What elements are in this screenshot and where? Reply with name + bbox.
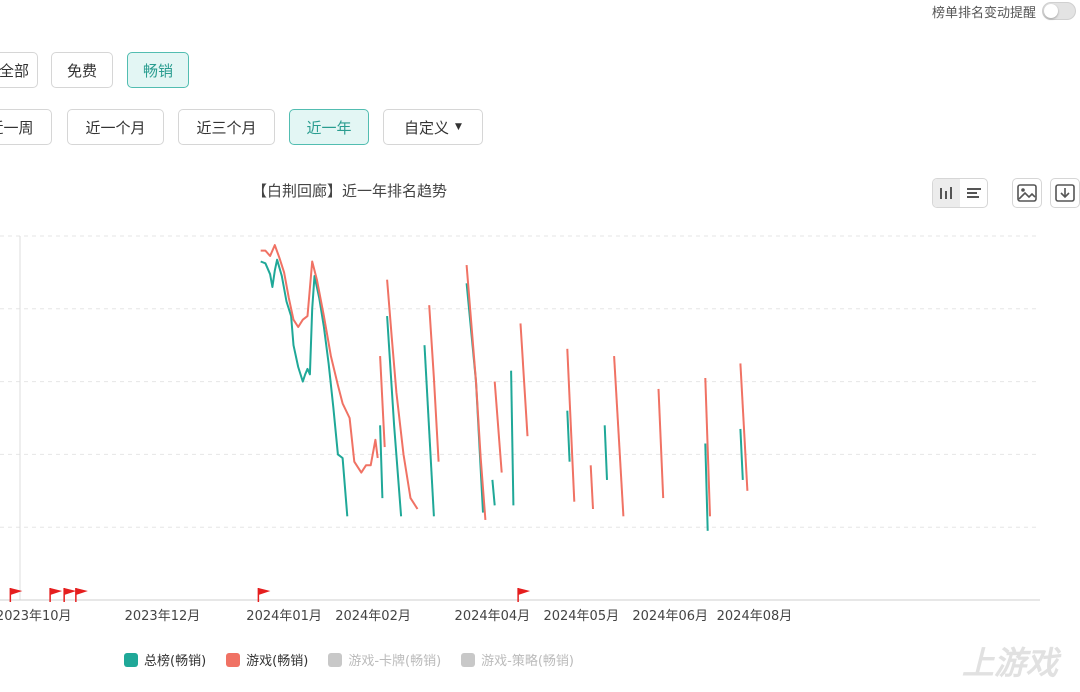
type-button-free[interactable]: 免费 — [51, 52, 113, 88]
series-1-segment-10 — [657, 388, 665, 499]
rank-trend-chart: 2023年10月 2023年12月 2024年01月 2024年02月 2024年04月… — [0, 235, 1040, 624]
watermark: 上游戏 — [961, 644, 1058, 682]
series-1-segment-9 — [613, 356, 625, 517]
legend-item-total[interactable]: 总榜(畅销) — [124, 650, 206, 669]
range-button-custom-label: 自定义 — [404, 118, 450, 137]
legend-label-card: 游戏-卡牌(畅销) — [348, 654, 442, 669]
x-tick-label-3: 2024年02月 — [335, 609, 411, 624]
event-flag-1 — [50, 588, 63, 595]
toggle-knob — [1044, 4, 1058, 18]
rank-alert-toggle[interactable] — [1042, 2, 1076, 20]
event-flag-3 — [75, 588, 88, 595]
legend-swatch-strategy — [461, 652, 476, 667]
legend-item-strategy[interactable]: 游戏-策略(畅销) — [461, 650, 574, 669]
x-tick-label-4: 2024年04月 — [455, 609, 531, 624]
event-flag-5 — [518, 588, 531, 595]
view-toggle — [932, 178, 988, 208]
event-flag-0 — [10, 588, 23, 595]
range-button-three-months-label: 近三个月 — [196, 118, 257, 137]
series-0-segment-1 — [379, 425, 384, 499]
type-button-free-label: 免费 — [66, 61, 97, 80]
image-icon[interactable] — [1012, 178, 1042, 208]
legend-label-strategy: 游戏-策略(畅销) — [481, 654, 574, 669]
legend-swatch-card — [328, 652, 343, 667]
event-flag-2 — [64, 588, 77, 595]
chart-legend: 总榜(畅销) 游戏(畅销) 游戏-卡牌(畅销) 游戏-策略(畅销) — [124, 650, 574, 669]
range-button-month[interactable]: 近一个月 — [67, 109, 164, 145]
range-button-year[interactable]: 近一年 — [289, 109, 369, 145]
series-0-segment-4 — [465, 283, 484, 513]
series-1-segment-8 — [589, 465, 594, 510]
range-button-custom[interactable]: 自定义 ▼ — [383, 109, 483, 145]
range-button-week-label: 近一周 — [0, 118, 34, 137]
x-tick-label-6: 2024年06月 — [632, 609, 708, 624]
type-button-all[interactable]: 全部 — [0, 52, 38, 88]
x-tick-label-7: 2024年08月 — [717, 609, 793, 624]
series-0-segment-8 — [603, 425, 608, 480]
event-flag-4 — [258, 588, 271, 595]
range-button-year-label: 近一年 — [306, 118, 352, 137]
type-button-bestseller-label: 畅销 — [142, 61, 173, 80]
list-icon[interactable] — [960, 179, 987, 207]
bar-chart-icon[interactable] — [933, 179, 960, 207]
download-icon[interactable] — [1050, 178, 1080, 208]
series-1-segment-6 — [519, 323, 529, 437]
legend-item-game[interactable]: 游戏(畅销) — [226, 650, 308, 669]
chart-title: 【白荆回廊】近一年排名趋势 — [252, 182, 448, 200]
type-button-bestseller[interactable]: 畅销 — [127, 52, 189, 88]
rank-alert-bar: 榜单排名变动提醒 — [932, 0, 1080, 22]
caret-down-icon: ▼ — [455, 122, 462, 132]
series-0-segment-10 — [739, 428, 744, 480]
series-0-segment-0 — [260, 258, 349, 517]
x-tick-label-1: 2023年12月 — [125, 609, 201, 624]
x-tick-label-0: 2023年10月 — [0, 609, 72, 624]
legend-item-card[interactable]: 游戏-卡牌(畅销) — [328, 650, 441, 669]
series-0-segment-6 — [510, 370, 515, 506]
range-button-three-months[interactable]: 近三个月 — [178, 109, 275, 145]
rank-alert-label: 榜单排名变动提醒 — [931, 5, 1036, 21]
x-tick-label-2: 2024年01月 — [246, 609, 322, 624]
series-1-segment-5 — [493, 381, 503, 473]
series-1-segment-4 — [465, 265, 487, 520]
range-button-week[interactable]: 近一周 — [0, 109, 52, 145]
series-1-segment-0 — [260, 244, 379, 474]
series-0-segment-7 — [566, 410, 571, 462]
type-button-all-label: 全部 — [0, 61, 29, 80]
legend-swatch-game — [226, 652, 241, 667]
range-button-month-label: 近一个月 — [85, 118, 146, 137]
legend-swatch-total — [124, 652, 138, 667]
legend-label-total: 总榜(畅销) — [144, 654, 207, 669]
legend-label-game: 游戏(畅销) — [246, 654, 309, 669]
x-tick-label-5: 2024年05月 — [543, 609, 619, 624]
series-0-segment-5 — [491, 479, 496, 506]
